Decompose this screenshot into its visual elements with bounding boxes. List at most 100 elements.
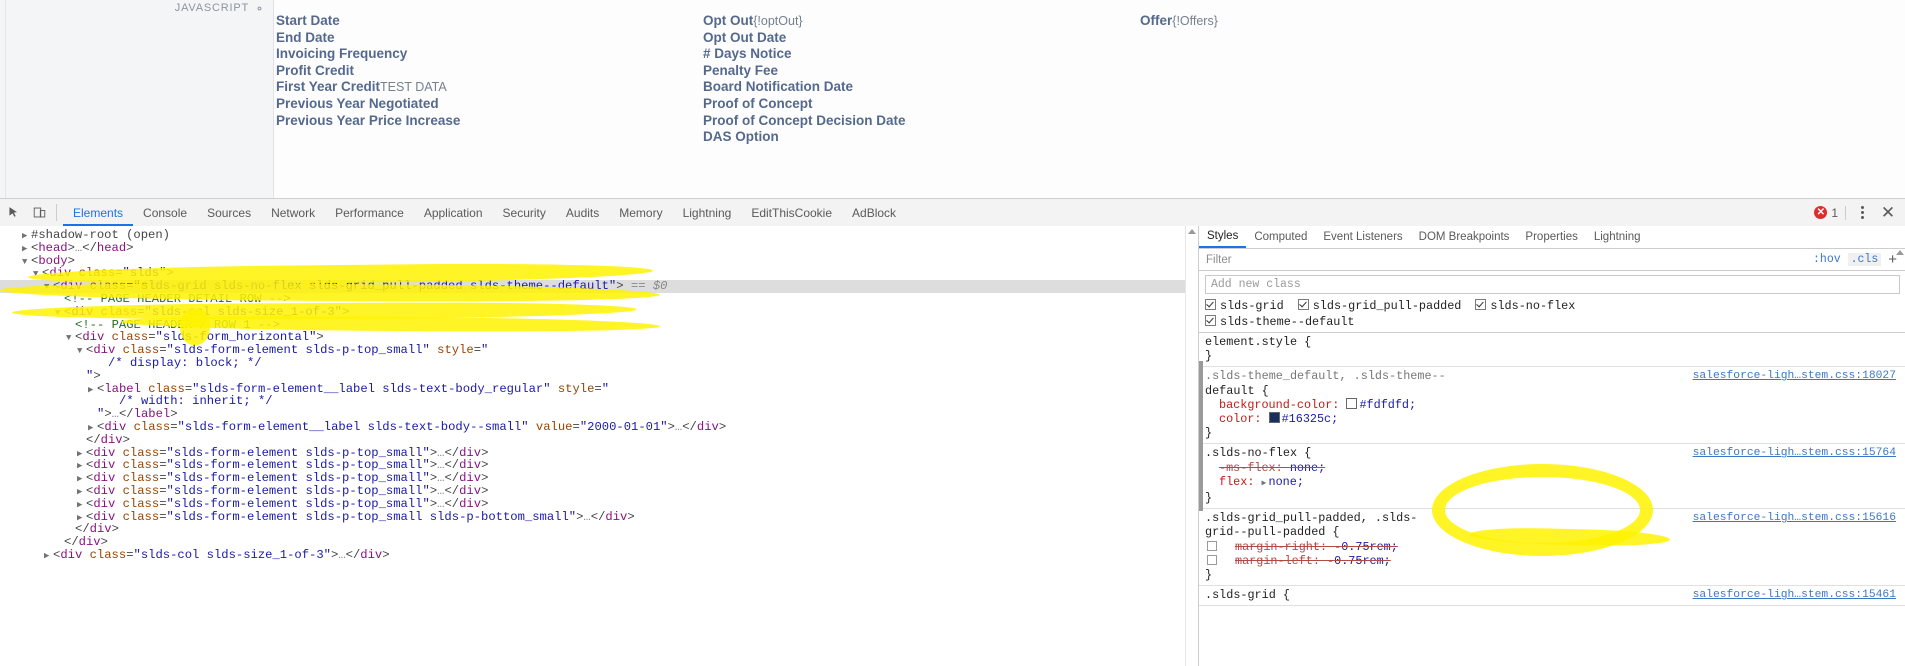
dom-tree-pane[interactable]: #shadow-root (open)<head>…</head><body> <…: [0, 226, 1185, 666]
css-source-link[interactable]: salesforce-ligh…stem.css:15461: [1693, 588, 1896, 602]
css-value[interactable]: none;: [1290, 461, 1325, 475]
styles-tab-dom-breakpoints[interactable]: DOM Breakpoints: [1411, 227, 1518, 248]
checkbox-icon[interactable]: [1297, 299, 1309, 310]
color-swatch[interactable]: [1268, 412, 1280, 424]
tab-adblock[interactable]: AdBlock: [842, 200, 906, 226]
add-new-class-input[interactable]: Add new class: [1205, 275, 1900, 294]
css-declaration[interactable]: -ms-flex: none;: [1205, 461, 1905, 475]
css-selector-cont: default {: [1205, 383, 1269, 398]
tab-lightning[interactable]: Lightning: [673, 200, 742, 226]
css-source-link[interactable]: salesforce-ligh…stem.css:18027: [1693, 369, 1896, 383]
tab-console[interactable]: Console: [133, 200, 197, 226]
rendered-page-area: JAVASCRIPT Start Date End Date Invoicing F…: [0, 0, 1905, 199]
css-selector[interactable]: element.style {: [1205, 335, 1905, 349]
scroll-up-arrow-icon[interactable]: [1188, 229, 1196, 234]
tab-sources[interactable]: Sources: [197, 200, 261, 226]
class-toggle-slds-theme--default[interactable]: slds-theme--default: [1205, 315, 1355, 329]
declaration-checkbox[interactable]: [1207, 540, 1217, 551]
device-toolbar-icon[interactable]: [26, 200, 52, 226]
css-rule[interactable]: .slds-no-flex {salesforce-ligh…stem.css:…: [1199, 444, 1905, 510]
css-rule-close-brace: }: [1205, 349, 1213, 364]
javascript-label: JAVASCRIPT: [174, 2, 249, 14]
styles-tab-styles[interactable]: Styles: [1199, 226, 1247, 248]
class-toggle-label: slds-grid_pull-padded: [1312, 299, 1462, 313]
css-source-link[interactable]: salesforce-ligh…stem.css:15764: [1693, 446, 1896, 460]
close-icon[interactable]: ✕: [1875, 200, 1901, 226]
class-toggle-slds-grid[interactable]: slds-grid: [1205, 299, 1284, 313]
css-value[interactable]: #fdfdfd;: [1359, 398, 1416, 412]
page-column-2: Opt Out{!optOut} Opt Out Date # Days Notic…: [703, 0, 1163, 146]
dom-scrollbar[interactable]: [1185, 226, 1198, 666]
tab-memory[interactable]: Memory: [609, 200, 672, 226]
form-field-row: Offer{!Offers}: [1140, 13, 1540, 30]
tab-performance[interactable]: Performance: [325, 200, 414, 226]
kebab-menu-icon[interactable]: [1851, 206, 1873, 219]
tab-audits[interactable]: Audits: [556, 200, 609, 226]
dom-node[interactable]: <div class="slds-col slds-size_1-of-3">……: [0, 549, 1185, 562]
gear-icon[interactable]: [254, 3, 265, 14]
css-value[interactable]: #16325c;: [1282, 412, 1339, 426]
dom-node[interactable]: </div>: [0, 523, 1185, 536]
page-empty-column: JAVASCRIPT: [6, 0, 274, 198]
hov-toggle[interactable]: :hov: [1810, 253, 1844, 266]
dom-node[interactable]: <div class="slds-form-element slds-p-top…: [0, 510, 1185, 524]
css-rule[interactable]: .slds-grid_pull-padded, .slds-grid--pull…: [1199, 509, 1905, 587]
css-declaration[interactable]: margin-right: -0.75rem;: [1205, 540, 1905, 554]
form-field-row: First Year CreditTEST DATA: [276, 79, 691, 96]
color-swatch[interactable]: [1346, 397, 1358, 409]
dom-node[interactable]: <head>…</head>: [0, 241, 1185, 255]
tab-application[interactable]: Application: [414, 200, 493, 226]
checkbox-icon[interactable]: [1475, 299, 1487, 310]
checkbox-icon[interactable]: [1205, 315, 1216, 326]
class-toggle-slds-grid_pull-padded[interactable]: slds-grid_pull-padded: [1297, 299, 1462, 313]
dom-node[interactable]: /* width: inherit; */: [0, 395, 1185, 408]
css-rule[interactable]: .slds-grid {salesforce-ligh…stem.css:154…: [1199, 586, 1905, 607]
dom-node[interactable]: <body>: [0, 254, 1185, 268]
styles-tab-event-listeners[interactable]: Event Listeners: [1315, 227, 1410, 248]
devtools-body: #shadow-root (open)<head>…</head><body> <…: [0, 226, 1905, 666]
error-count-label: 1: [1831, 205, 1838, 220]
styles-filter-input[interactable]: Filter: [1199, 254, 1232, 266]
css-value[interactable]: -0.75rem;: [1327, 554, 1391, 568]
expand-triangle-icon[interactable]: ▶: [1262, 477, 1269, 491]
tab-editthiscookie[interactable]: EditThisCookie: [741, 200, 842, 226]
css-declaration[interactable]: margin-left: -0.75rem;: [1205, 554, 1905, 568]
checkbox-icon[interactable]: [1205, 299, 1216, 310]
dom-node[interactable]: #shadow-root (open): [0, 229, 1185, 242]
rules-scroll-indicator: [1199, 361, 1203, 511]
css-value[interactable]: -0.75rem;: [1334, 540, 1398, 554]
scroll-up-arrow-icon[interactable]: [1896, 250, 1904, 255]
javascript-badge[interactable]: JAVASCRIPT: [175, 2, 265, 14]
css-rule[interactable]: .slds-theme_default, .slds-theme-- defaul…: [1199, 367, 1905, 445]
css-value[interactable]: none;: [1269, 475, 1304, 489]
form-field-row: DAS Option: [703, 129, 1163, 146]
css-source-link[interactable]: salesforce-ligh…stem.css:15616: [1693, 511, 1896, 525]
dom-node[interactable]: <div class="slds-form-element__label sld…: [0, 421, 1185, 434]
cursor-inspect-icon[interactable]: [0, 200, 26, 226]
css-declaration[interactable]: color: #16325c;: [1205, 412, 1905, 426]
devtools-panel: Elements Console Sources Network Performance…: [0, 199, 1905, 666]
styles-tab-lightning[interactable]: Lightning: [1586, 227, 1649, 248]
cls-toggle[interactable]: .cls: [1847, 253, 1882, 266]
field-label: End Date: [276, 29, 335, 45]
dom-node[interactable]: /* display: block; */: [0, 357, 1185, 370]
styles-scrollbar[interactable]: [1896, 250, 1905, 255]
disclosure-triangle-icon[interactable]: [44, 550, 53, 563]
css-declaration[interactable]: flex: ▶ none;: [1205, 475, 1905, 491]
styles-tab-computed[interactable]: Computed: [1246, 227, 1315, 248]
form-field-row: # Days Notice: [703, 46, 1163, 63]
class-toggle-slds-no-flex[interactable]: slds-no-flex: [1475, 299, 1575, 313]
declaration-checkbox[interactable]: [1207, 554, 1217, 565]
css-declaration[interactable]: background-color: #fdfdfd;: [1205, 397, 1905, 412]
styles-tab-properties[interactable]: Properties: [1517, 227, 1585, 248]
tab-elements[interactable]: Elements: [63, 200, 134, 226]
form-field-row: Board Notification Date: [703, 79, 1163, 96]
css-rule-close-brace: }: [1205, 491, 1213, 506]
dom-tree[interactable]: #shadow-root (open)<head>…</head><body> <…: [0, 229, 1185, 562]
error-count-badge[interactable]: ✕ 1: [1814, 205, 1846, 220]
tab-security[interactable]: Security: [493, 200, 556, 226]
tab-network[interactable]: Network: [261, 200, 325, 226]
css-rule[interactable]: element.style {}: [1199, 333, 1905, 368]
css-property: background-color:: [1219, 397, 1340, 412]
styles-tabbar: Styles Computed Event Listeners DOM Breakpo…: [1199, 226, 1905, 249]
